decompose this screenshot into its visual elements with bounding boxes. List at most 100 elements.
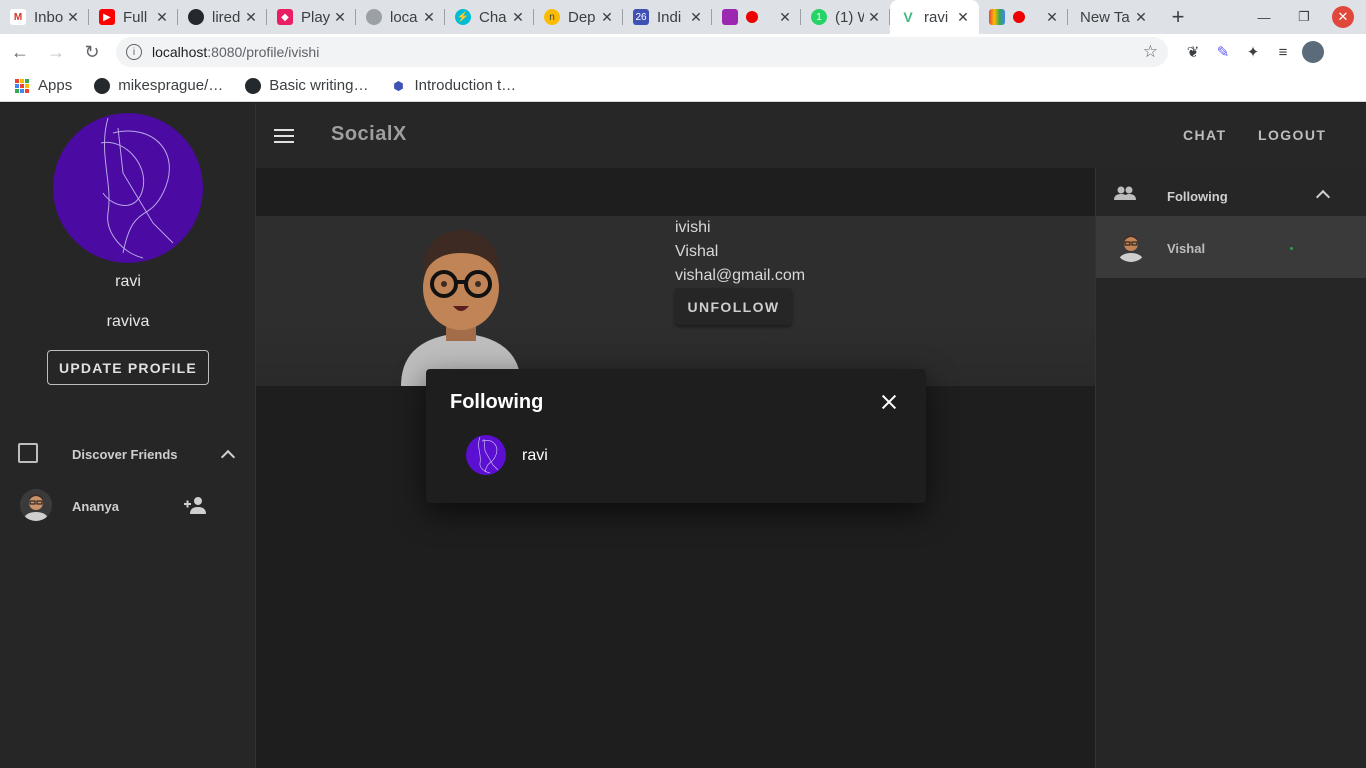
whatsapp-icon: 1 <box>811 9 827 25</box>
browser-tab[interactable]: New Ta ✕ <box>1068 0 1157 34</box>
hamburger-menu-icon[interactable] <box>274 129 294 143</box>
friend-name: Ananya <box>72 499 119 514</box>
chat-button[interactable]: CHAT <box>1183 127 1226 143</box>
dialog-list-item[interactable]: ravi <box>466 435 886 477</box>
close-tab-icon[interactable]: ✕ <box>597 9 617 26</box>
tab-label: Indi <box>657 8 682 26</box>
tab-label: Dep <box>568 8 596 26</box>
apps-grid-icon <box>14 78 30 94</box>
recording-dot-icon <box>746 11 758 23</box>
app-bar: SocialX CHAT LOGOUT <box>256 103 1366 168</box>
close-tab-icon[interactable]: ✕ <box>419 9 439 26</box>
unfollow-button[interactable]: UNFOLLOW <box>675 288 792 325</box>
reload-icon[interactable]: ↻ <box>76 36 108 68</box>
close-tab-icon[interactable]: ✕ <box>686 9 706 26</box>
bookmarks-bar: Apps mikesprague/… Basic writing… ⬢ Intr… <box>0 70 1366 102</box>
restore-icon[interactable]: ❐ <box>1284 9 1324 25</box>
tab-label: Cha <box>479 8 507 26</box>
site-info-icon[interactable]: i <box>126 44 142 60</box>
browser-tab[interactable]: M Inbox ✕ <box>0 0 89 34</box>
logo-icon: ⬢ <box>393 78 404 93</box>
logout-button[interactable]: LOGOUT <box>1258 127 1326 143</box>
online-status-dot <box>1290 247 1293 250</box>
puzzle-icon[interactable]: ✦ <box>1238 37 1268 67</box>
update-profile-button[interactable]: UPDATE PROFILE <box>47 350 209 385</box>
bookmark-item[interactable]: mikesprague/… <box>94 77 223 94</box>
close-tab-icon[interactable]: ✕ <box>1131 9 1151 26</box>
calendar-icon: 26 <box>633 9 649 25</box>
browser-tab[interactable]: ◆ Play ✕ <box>267 0 356 34</box>
close-tab-icon[interactable]: ✕ <box>775 9 795 26</box>
chat-icon: ⚡ <box>455 9 471 25</box>
close-tab-icon[interactable]: ✕ <box>953 9 973 26</box>
address-bar[interactable]: i localhost:8080/profile/ivishi ☆ <box>116 37 1168 67</box>
profile-card: ivishi Vishal vishal@gmail.com UNFOLLOW <box>256 216 1095 386</box>
close-tab-icon[interactable]: ✕ <box>864 9 884 26</box>
close-tab-icon[interactable]: ✕ <box>241 9 261 26</box>
close-tab-icon[interactable]: ✕ <box>330 9 350 26</box>
bookmark-item[interactable]: ⬢ Introduction t… <box>390 77 516 94</box>
app-viewport: ravi raviva UPDATE PROFILE Discover Frie… <box>0 103 1366 768</box>
back-arrow-icon[interactable]: ← <box>4 36 36 68</box>
browser-tab[interactable]: 26 Indi ✕ <box>623 0 712 34</box>
following-header[interactable]: Following <box>1096 168 1366 216</box>
close-tab-icon[interactable]: ✕ <box>1042 9 1062 26</box>
window-close-icon[interactable]: ✕ <box>1332 6 1354 28</box>
drawer-username: raviva <box>106 313 150 330</box>
brand-title[interactable]: SocialX <box>331 123 407 146</box>
window-controls: — ❐ ✕ <box>1244 0 1366 34</box>
browser-tab-active[interactable]: V ravi ✕ <box>890 0 979 34</box>
tab-label: loca <box>390 8 418 26</box>
dialog-title: Following <box>450 391 544 413</box>
bookmark-item[interactable]: Basic writing… <box>245 77 368 94</box>
bookmark-label: Introduction t… <box>414 77 517 94</box>
browser-tab[interactable]: n Dep ✕ <box>534 0 623 34</box>
discover-friends-label: Discover Friends <box>72 447 178 462</box>
profile-email: vishal@gmail.com <box>675 267 806 284</box>
profile-avatar-icon[interactable] <box>1298 37 1328 67</box>
deploy-icon: n <box>544 9 560 25</box>
media-control-icon[interactable]: ≡ <box>1268 37 1298 67</box>
bookmark-star-icon[interactable]: ☆ <box>1143 42 1158 62</box>
browser-tab[interactable]: loca ✕ <box>356 0 445 34</box>
close-tab-icon[interactable]: ✕ <box>63 9 83 26</box>
bookmark-label: Apps <box>38 77 73 94</box>
browser-toolbar: ← → ↻ i localhost:8080/profile/ivishi ☆ … <box>0 34 1366 70</box>
discover-face-icon <box>18 443 38 463</box>
close-tab-icon[interactable]: ✕ <box>152 9 172 26</box>
record-icon <box>722 9 738 25</box>
tab-label: ravi <box>924 8 949 26</box>
discover-friends-header[interactable]: Discover Friends <box>0 433 256 475</box>
browser-tab[interactable]: ⚡ Cha ✕ <box>445 0 534 34</box>
extensions-area: ❦ ✎ ✦ ≡ <box>1178 37 1328 67</box>
add-person-icon[interactable] <box>184 495 208 515</box>
play-icon: ◆ <box>277 9 293 25</box>
following-title: Following <box>1167 189 1228 204</box>
following-avatar <box>1115 230 1147 262</box>
browser-tab[interactable]: ✕ <box>712 0 801 34</box>
browser-tab[interactable]: ✕ <box>979 0 1068 34</box>
url-host: localhost <box>152 44 208 60</box>
tab-label: (1) W <box>835 8 864 26</box>
color-picker-icon[interactable]: ✎ <box>1208 37 1238 67</box>
close-tab-icon[interactable]: ✕ <box>508 9 528 26</box>
profile-name: Vishal <box>675 243 719 260</box>
friend-suggestion-row[interactable]: Ananya <box>0 483 256 531</box>
browser-tab[interactable]: lired ✕ <box>178 0 267 34</box>
following-list-item[interactable]: Vishal <box>1096 216 1366 278</box>
left-drawer: ravi raviva UPDATE PROFILE Discover Frie… <box>0 103 256 768</box>
bookmark-apps[interactable]: Apps <box>14 77 72 94</box>
browser-tab[interactable]: 1 (1) W ✕ <box>801 0 890 34</box>
minimize-icon[interactable]: — <box>1244 10 1284 25</box>
chevron-up-icon[interactable] <box>1315 189 1331 205</box>
new-tab-button[interactable]: + <box>1161 0 1195 34</box>
people-icon <box>1114 186 1136 200</box>
meet-icon <box>989 9 1005 25</box>
github-icon <box>245 77 262 94</box>
forward-arrow-icon[interactable]: → <box>40 36 72 68</box>
close-icon[interactable] <box>878 391 900 413</box>
extension-icon[interactable]: ❦ <box>1178 37 1208 67</box>
browser-tab[interactable]: ▶ Full ✕ <box>89 0 178 34</box>
recording-dot-icon <box>1013 11 1025 23</box>
chevron-up-icon[interactable] <box>220 449 236 465</box>
